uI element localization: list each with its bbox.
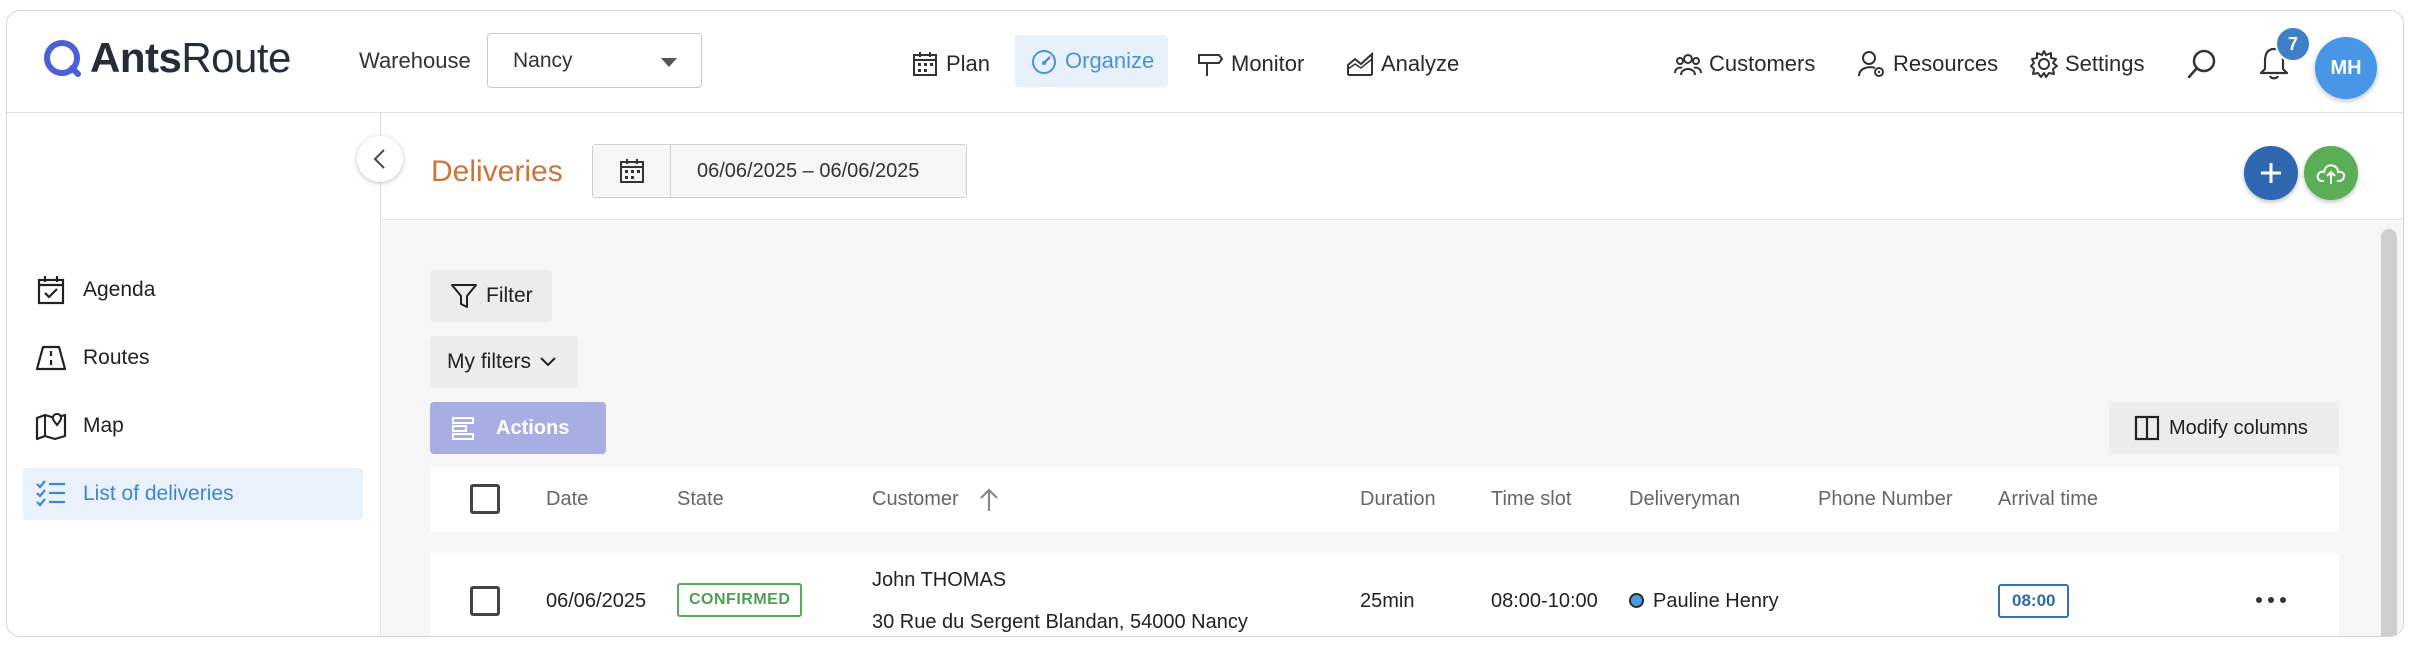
row-date: 06/06/2025 bbox=[546, 590, 647, 612]
search-button[interactable] bbox=[2185, 47, 2219, 86]
column-header-state[interactable]: State bbox=[677, 488, 724, 511]
nav-monitor-label: Monitor bbox=[1231, 51, 1305, 76]
actions-button[interactable]: Actions bbox=[430, 402, 606, 454]
row-checkbox[interactable] bbox=[470, 586, 500, 616]
deliveries-list-area: Filter My filters Actions Modify columns… bbox=[382, 221, 2403, 636]
sidebar-item-label: Routes bbox=[83, 346, 150, 369]
sidebar-item-label: Agenda bbox=[83, 278, 156, 301]
users-icon bbox=[1674, 54, 1702, 76]
filter-button-label: Filter bbox=[486, 284, 533, 307]
chevron-left-icon bbox=[373, 149, 385, 169]
deliveryman-color-dot bbox=[1629, 593, 1644, 608]
row-deliveryman: Pauline Henry bbox=[1653, 590, 1779, 612]
row-customer-address: 30 Rue du Sergent Blandan, 54000 Nancy bbox=[872, 611, 1248, 633]
nav-monitor[interactable]: Monitor bbox=[1195, 41, 1304, 87]
column-header-deliveryman[interactable]: Deliveryman bbox=[1629, 488, 1740, 511]
sidebar-item-routes[interactable]: Routes bbox=[23, 332, 363, 384]
modify-columns-label: Modify columns bbox=[2169, 416, 2308, 439]
more-dot bbox=[2256, 597, 2262, 603]
vertical-scrollbar[interactable] bbox=[2381, 229, 2397, 636]
nav-customers-label: Customers bbox=[1709, 51, 1816, 76]
speedometer-icon bbox=[1032, 50, 1056, 74]
nav-plan[interactable]: Plan bbox=[910, 41, 990, 87]
arrival-time-badge: 08:00 bbox=[1998, 584, 2070, 618]
date-range-value: 06/06/2025 – 06/06/2025 bbox=[671, 145, 966, 197]
calendar-check-icon bbox=[37, 276, 65, 305]
row-more-menu-button[interactable] bbox=[2256, 597, 2286, 603]
sidebar-item-label: Map bbox=[83, 414, 124, 437]
notification-count-badge: 7 bbox=[2275, 26, 2311, 62]
warehouse-select[interactable]: Nancy bbox=[487, 33, 702, 88]
my-filters-label: My filters bbox=[447, 350, 531, 373]
column-header-phone[interactable]: Phone Number bbox=[1818, 488, 1953, 511]
filter-button[interactable]: Filter bbox=[430, 270, 552, 322]
caret-down-icon bbox=[661, 58, 677, 67]
gear-icon bbox=[2030, 50, 2058, 78]
column-header-arrival-time[interactable]: Arrival time bbox=[1998, 488, 2098, 511]
nav-settings[interactable]: Settings bbox=[2029, 41, 2145, 87]
warehouse-label: Warehouse bbox=[359, 48, 471, 73]
nav-analyze[interactable]: Analyze bbox=[1345, 41, 1459, 87]
funnel-icon bbox=[451, 284, 477, 308]
chart-icon bbox=[1347, 51, 1373, 76]
nav-organize-label: Organize bbox=[1065, 48, 1155, 73]
checklist-icon bbox=[36, 480, 65, 507]
columns-icon bbox=[2134, 415, 2160, 441]
top-bar: AntsRoute Warehouse Nancy Plan Organize … bbox=[7, 11, 2403, 113]
nav-settings-label: Settings bbox=[2065, 51, 2145, 76]
sidebar: Agenda Routes Map List of deliveries bbox=[7, 113, 381, 636]
nav-plan-label: Plan bbox=[946, 51, 991, 76]
user-gear-icon bbox=[1858, 51, 1884, 77]
avatar[interactable]: MH bbox=[2315, 37, 2377, 99]
sort-ascending-icon[interactable] bbox=[978, 487, 1000, 513]
sidebar-item-map[interactable]: Map bbox=[23, 400, 363, 452]
column-header-time-slot[interactable]: Time slot bbox=[1491, 488, 1571, 511]
select-all-checkbox[interactable] bbox=[470, 484, 500, 514]
road-icon bbox=[35, 345, 67, 371]
modify-columns-button[interactable]: Modify columns bbox=[2109, 402, 2339, 454]
search-icon bbox=[2187, 49, 2216, 79]
sidebar-item-list-of-deliveries[interactable]: List of deliveries bbox=[23, 468, 363, 520]
nav-organize[interactable]: Organize bbox=[1015, 35, 1169, 87]
app-window: AntsRoute Warehouse Nancy Plan Organize … bbox=[6, 10, 2404, 637]
sidebar-item-label: List of deliveries bbox=[83, 482, 234, 505]
antsroute-logo-icon bbox=[44, 40, 81, 77]
actions-button-label: Actions bbox=[496, 416, 570, 439]
status-badge: CONFIRMED bbox=[677, 583, 803, 617]
align-icon bbox=[452, 417, 474, 440]
sidebar-item-agenda[interactable]: Agenda bbox=[23, 264, 363, 316]
nav-analyze-label: Analyze bbox=[1381, 51, 1460, 76]
map-icon bbox=[35, 412, 67, 441]
add-delivery-button[interactable] bbox=[2244, 146, 2298, 200]
more-dot bbox=[2280, 597, 2286, 603]
chevron-down-icon bbox=[540, 357, 556, 367]
column-header-duration[interactable]: Duration bbox=[1360, 488, 1436, 511]
row-duration: 25min bbox=[1360, 590, 1415, 612]
nav-resources[interactable]: Resources bbox=[1857, 41, 1998, 87]
cloud-upload-icon bbox=[2316, 164, 2346, 184]
nav-customers[interactable]: Customers bbox=[1673, 41, 1815, 87]
logo[interactable]: AntsRoute bbox=[42, 33, 291, 83]
page-title: Deliveries bbox=[431, 155, 563, 188]
signpost-icon bbox=[1198, 54, 1224, 76]
content-header: Deliveries 06/06/2025 – 06/06/2025 bbox=[382, 113, 2403, 220]
row-customer-name: John THOMAS bbox=[872, 569, 1007, 591]
table-header: Date State Customer Duration Time slot D… bbox=[430, 467, 2339, 532]
column-header-date[interactable]: Date bbox=[546, 488, 588, 511]
date-picker-button[interactable] bbox=[593, 145, 671, 197]
column-header-customer[interactable]: Customer bbox=[872, 488, 959, 511]
import-button[interactable] bbox=[2304, 146, 2358, 200]
nav-resources-label: Resources bbox=[1893, 51, 1999, 76]
plus-icon bbox=[2261, 163, 2281, 183]
calendar-icon bbox=[619, 159, 644, 183]
calendar-icon bbox=[913, 52, 937, 76]
row-time-slot: 08:00-10:00 bbox=[1491, 590, 1598, 612]
warehouse-value: Nancy bbox=[513, 48, 573, 72]
date-range-picker[interactable]: 06/06/2025 – 06/06/2025 bbox=[592, 144, 967, 198]
collapse-sidebar-button[interactable] bbox=[357, 136, 403, 182]
logo-text: AntsRoute bbox=[90, 34, 291, 81]
my-filters-dropdown[interactable]: My filters bbox=[430, 336, 578, 388]
more-dot bbox=[2268, 597, 2274, 603]
table-row[interactable]: 06/06/2025 CONFIRMED John THOMAS 30 Rue … bbox=[430, 553, 2339, 636]
